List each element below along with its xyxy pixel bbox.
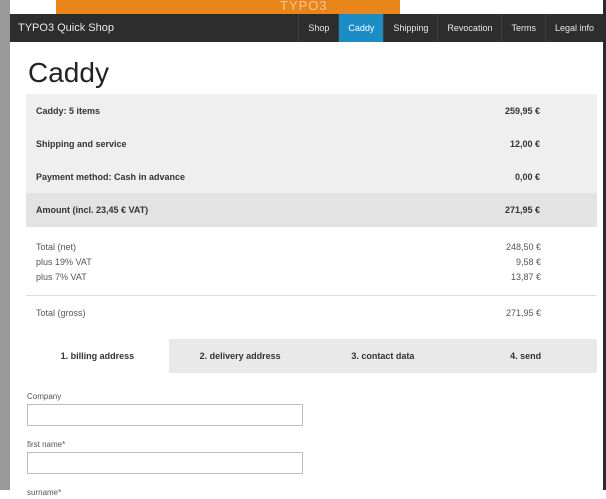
caddy-items-label: Caddy: 5 items bbox=[36, 105, 101, 116]
billing-address-form: Company first name* surname* bbox=[27, 391, 327, 499]
nav-revocation[interactable]: Revocation bbox=[437, 14, 501, 42]
total-net-value: 248,50 € bbox=[505, 242, 541, 252]
summary-row-payment: Payment method: Cash in advance 0,00 € bbox=[26, 160, 597, 193]
first-name-input[interactable] bbox=[27, 452, 303, 474]
nav-terms[interactable]: Terms bbox=[501, 14, 545, 42]
company-input[interactable] bbox=[27, 404, 303, 426]
total-gross-label: Total (gross) bbox=[36, 308, 86, 318]
step-delivery-address[interactable]: 2. delivery address bbox=[169, 339, 312, 373]
totals-detail: Total (net) 248,50 € plus 19% VAT 9,58 €… bbox=[36, 240, 541, 285]
step-billing-address[interactable]: 1. billing address bbox=[26, 339, 169, 373]
total-net-row: Total (net) 248,50 € bbox=[36, 240, 541, 255]
top-accent-bar: TYPO3 bbox=[10, 0, 603, 14]
page-title: Caddy bbox=[28, 57, 109, 88]
shipping-value: 12,00 € bbox=[509, 138, 540, 149]
brand-link[interactable]: TYPO3 Quick Shop bbox=[18, 14, 114, 42]
nav-shipping[interactable]: Shipping bbox=[383, 14, 437, 42]
nav-legal-info[interactable]: Legal info bbox=[544, 14, 603, 42]
total-gross-value: 271,95 € bbox=[505, 308, 541, 318]
company-label: Company bbox=[27, 392, 62, 401]
caddy-items-value: 259,95 € bbox=[504, 105, 540, 116]
totals-divider bbox=[26, 295, 597, 296]
caddy-summary: Caddy: 5 items 259,95 € Shipping and ser… bbox=[26, 94, 597, 227]
background-logo: TYPO3 bbox=[280, 0, 328, 13]
summary-row-amount: Amount (incl. 23,45 € VAT) 271,95 € bbox=[26, 193, 597, 227]
amount-label: Amount (incl. 23,45 € VAT) bbox=[36, 205, 149, 215]
total-net-label: Total (net) bbox=[36, 242, 77, 252]
summary-row-caddy: Caddy: 5 items 259,95 € bbox=[26, 94, 597, 127]
amount-value: 271,95 € bbox=[504, 205, 540, 215]
vat-7-value: 13,87 € bbox=[510, 272, 541, 282]
payment-method-value: 0,00 € bbox=[514, 171, 540, 182]
shipping-label: Shipping and service bbox=[36, 138, 127, 149]
main-navbar: TYPO3 Quick Shop Shop Caddy Shipping Rev… bbox=[10, 14, 603, 42]
vat-19-value: 9,58 € bbox=[515, 257, 541, 267]
surname-label: surname* bbox=[27, 488, 62, 497]
step-contact-data[interactable]: 3. contact data bbox=[312, 339, 455, 373]
vat-19-row: plus 19% VAT 9,58 € bbox=[36, 255, 541, 270]
nav-caddy[interactable]: Caddy bbox=[338, 14, 384, 42]
vat-7-label: plus 7% VAT bbox=[36, 272, 87, 282]
step-send[interactable]: 4. send bbox=[454, 339, 597, 373]
main-nav: Shop Caddy Shipping Revocation Terms Leg… bbox=[298, 14, 603, 42]
vat-19-label: plus 19% VAT bbox=[36, 257, 92, 267]
payment-method-label: Payment method: Cash in advance bbox=[36, 171, 186, 182]
total-gross-row: Total (gross) 271,95 € bbox=[36, 306, 541, 321]
left-edge-strip bbox=[0, 0, 10, 490]
vat-7-row: plus 7% VAT 13,87 € bbox=[36, 270, 541, 285]
checkout-steps: 1. billing address 2. delivery address 3… bbox=[26, 339, 597, 373]
nav-shop[interactable]: Shop bbox=[298, 14, 338, 42]
first-name-label: first name* bbox=[27, 440, 66, 449]
summary-row-shipping: Shipping and service 12,00 € bbox=[26, 127, 597, 160]
orange-accent bbox=[56, 0, 400, 14]
